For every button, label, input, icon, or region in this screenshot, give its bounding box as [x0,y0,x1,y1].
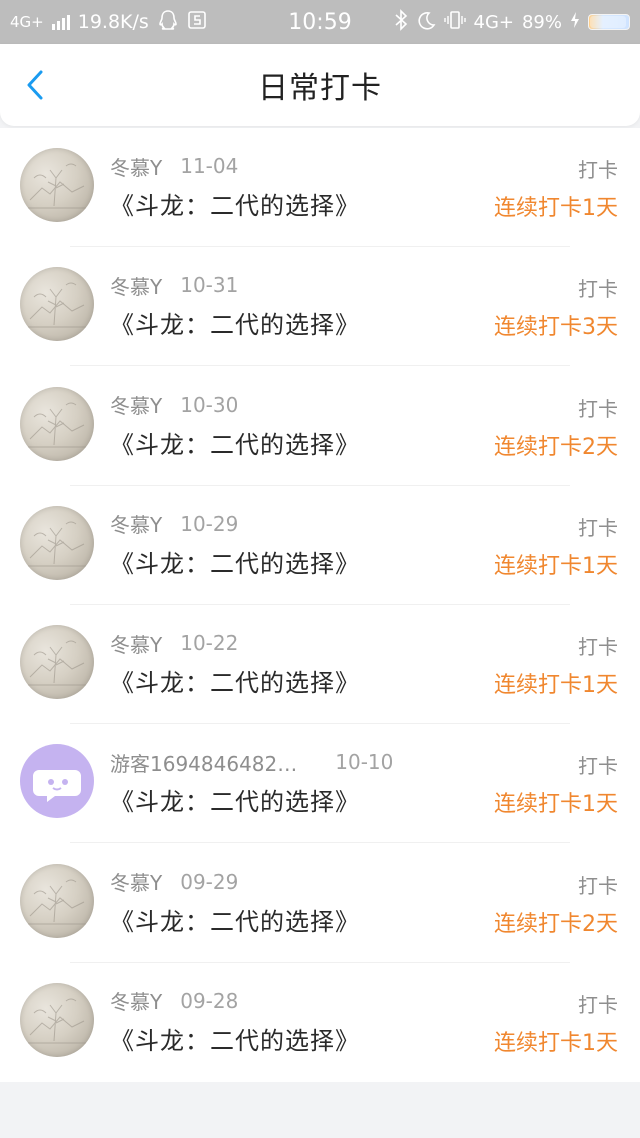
checkin-meta: 游客1694846482… 10-10 [110,748,393,776]
battery-icon [588,14,630,30]
avatar[interactable] [20,148,94,222]
checkin-row[interactable]: 冬慕Y 11-04 《斗龙：二代的选择》 打卡连续打卡1天 [0,128,640,247]
avatar[interactable] [20,267,94,342]
avatar[interactable] [20,386,94,461]
streak-label: 连续打卡2天 [494,911,618,937]
avatar[interactable] [20,505,94,580]
book-title: 《斗龙：二代的选择》 [110,192,360,220]
checkin-date: 10-30 [180,392,239,417]
username[interactable]: 冬慕Y [110,509,162,538]
network-speed: 19.8K/s [77,11,149,33]
bluetooth-icon [394,8,408,36]
book-title: 《斗龙：二代的选择》 [110,907,360,936]
streak-label: 连续打卡1天 [494,196,618,221]
checkin-row[interactable]: 冬慕Y 09-29 《斗龙：二代的选择》 打卡连续打卡2天 [0,844,640,963]
checkin-meta: 冬慕Y 10-29 [110,510,238,538]
navigation-bar: 日常打卡 [0,44,640,126]
checkin-type-label: 打卡 [578,277,618,302]
checkin-row[interactable]: 冬慕Y 10-29 《斗龙：二代的选择》 打卡连续打卡1天 [0,486,640,605]
book-title: 《斗龙：二代的选择》 [110,669,360,697]
moon-icon [416,10,436,35]
qq-icon [157,9,179,36]
battery-level-fill [590,16,626,28]
checkin-meta: 冬慕Y 10-31 [110,271,238,299]
vibrate-icon [443,10,466,35]
streak-label: 连续打卡1天 [494,553,618,579]
username[interactable]: 冬慕Y [110,986,162,1015]
network-type-right: 4G+ [473,11,514,33]
avatar[interactable] [20,863,94,938]
status-right: 4G+ 89% [394,8,630,36]
page-title: 日常打卡 [258,71,382,106]
checkin-type-label: 打卡 [578,515,618,540]
checkin-type-label: 打卡 [578,992,618,1017]
checkin-list: 冬慕Y 11-04 《斗龙：二代的选择》 打卡 连续打卡1天 冬慕Y 10-31 《斗龙：二代… [0,128,640,1082]
app-notification-icon [187,10,207,35]
network-type-left: 4G+ [10,12,44,31]
checkin-meta: 冬慕Y 11-04 [110,152,238,180]
username[interactable]: 冬慕Y [110,629,162,658]
username[interactable]: 冬慕Y [110,867,162,896]
avatar[interactable] [20,982,94,1057]
username[interactable]: 冬慕Y [110,152,162,181]
checkin-meta: 冬慕Y 10-22 [110,629,238,657]
status-left: 4G+ 19.8K/s [10,9,270,36]
streak-label: 连续打卡2天 [494,434,618,460]
username[interactable]: 游客1694846482… [110,748,297,777]
checkin-date: 11-04 [180,154,239,178]
checkin-date: 09-29 [180,869,239,894]
book-title: 《斗龙：二代的选择》 [110,430,360,459]
streak-label: 连续打卡1天 [494,1030,618,1056]
checkin-row[interactable]: 冬慕Y 09-28 《斗龙：二代的选择》 打卡连续打卡1天 [0,963,640,1082]
checkin-type-label: 打卡 [578,754,618,779]
book-title: 《斗龙：二代的选择》 [110,788,360,817]
checkin-date: 10-22 [180,631,239,655]
checkin-type-label: 打卡 [578,396,618,421]
checkin-meta: 冬慕Y 09-28 [110,987,238,1015]
streak-label: 连续打卡1天 [494,673,618,698]
streak-label: 连续打卡3天 [494,315,618,341]
checkin-type-label: 打卡 [578,635,618,659]
checkin-meta: 冬慕Y 09-29 [110,868,238,896]
charging-icon [570,11,580,34]
guest-avatar[interactable] [20,744,94,819]
signal-bars-icon [51,14,70,30]
checkin-date: 09-28 [180,988,239,1013]
checkin-row[interactable]: 游客1694846482… 10-10 《斗龙：二代的选择》 打卡连续打卡1天 [0,724,640,844]
username[interactable]: 冬慕Y [110,390,162,419]
status-bar: 4G+ 19.8K/s 10:59 4G+ 89% [0,0,640,44]
username[interactable]: 冬慕Y [110,271,162,300]
checkin-row[interactable]: 冬慕Y 10-30 《斗龙：二代的选择》 打卡连续打卡2天 [0,367,640,486]
checkin-row[interactable]: 冬慕Y 10-22 《斗龙：二代的选择》 打卡连续打卡1天 [0,605,640,724]
checkin-meta: 冬慕Y 10-30 [110,391,238,419]
checkin-row[interactable]: 冬慕Y 10-31 《斗龙：二代的选择》 打卡连续打卡3天 [0,247,640,367]
streak-label: 连续打卡1天 [494,792,618,818]
battery-percent: 89% [521,11,562,33]
checkin-date: 10-31 [180,273,239,298]
list-bottom-background [0,1082,640,1138]
book-title: 《斗龙：二代的选择》 [110,549,360,578]
checkin-type-label: 打卡 [578,158,618,182]
avatar[interactable] [20,625,94,699]
book-title: 《斗龙：二代的选择》 [110,311,360,340]
checkin-date: 10-29 [180,511,239,536]
book-title: 《斗龙：二代的选择》 [110,1026,360,1055]
checkin-date: 10-10 [335,750,394,775]
checkin-type-label: 打卡 [578,873,618,898]
